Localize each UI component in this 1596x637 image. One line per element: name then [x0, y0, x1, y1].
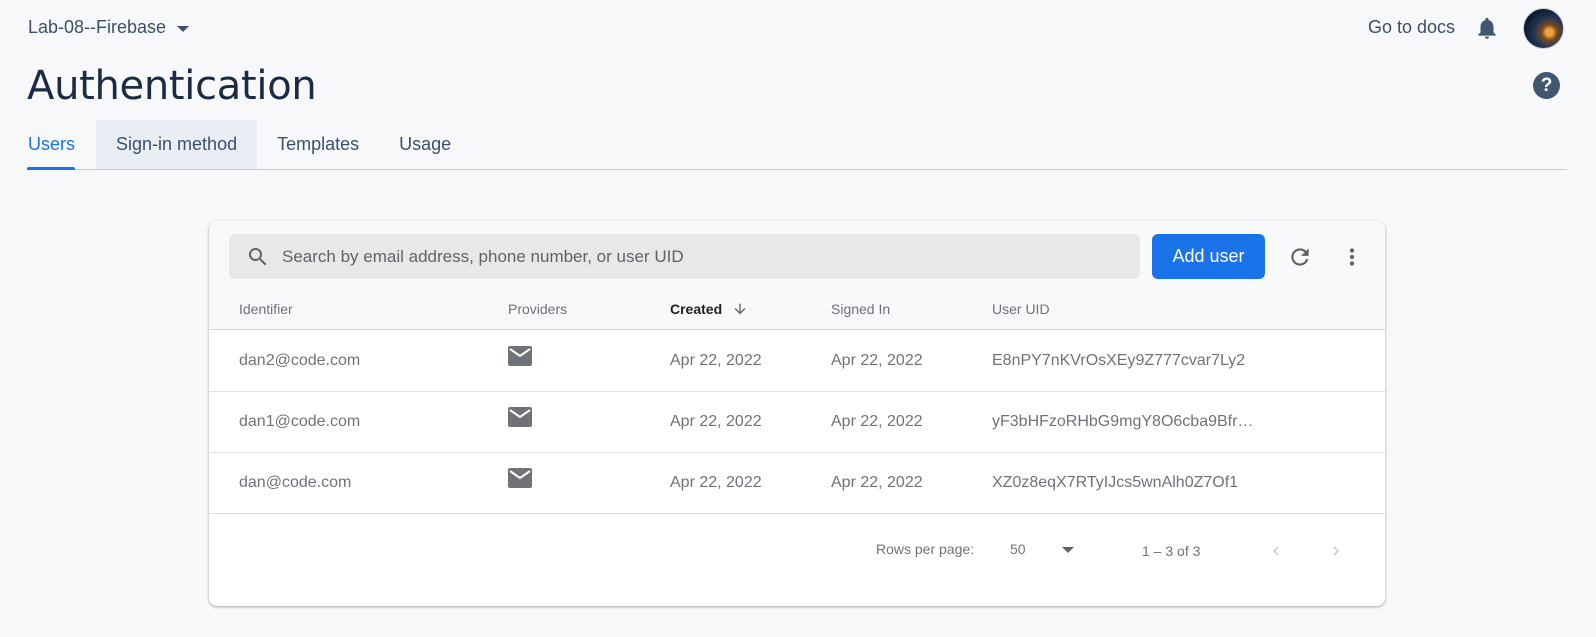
column-header-providers[interactable]: Providers [508, 301, 567, 317]
email-icon [508, 407, 532, 427]
cell-identifier: dan@code.com [239, 474, 352, 491]
cell-identifier: dan2@code.com [239, 352, 361, 369]
column-header-created-label: Created [670, 301, 723, 317]
pagination-footer: Rows per page: 50 1 – 3 of 3 [209, 511, 1385, 606]
page-range: 1 – 3 of 3 [1142, 543, 1201, 559]
cell-identifier: dan1@code.com [239, 413, 361, 430]
arrow-down-icon [734, 303, 746, 315]
tab-bar: Users Sign-in method Templates Usage [27, 120, 1567, 170]
rows-per-page-select[interactable]: 50 [1010, 541, 1026, 557]
tab-templates[interactable]: Templates [257, 120, 379, 169]
top-bar: Lab-08--Firebase Go to docs [0, 0, 1596, 56]
column-header-signed-in[interactable]: Signed In [831, 301, 890, 317]
cell-signed-in: Apr 22, 2022 [831, 352, 923, 369]
cell-created: Apr 22, 2022 [670, 413, 762, 430]
chevron-down-icon [177, 25, 190, 32]
cell-user-uid: yF3bHFzoRHbG9mgY8O6cba9Bfr… [992, 413, 1254, 430]
email-icon [508, 346, 532, 366]
cell-created: Apr 22, 2022 [670, 352, 762, 369]
more-vert-icon[interactable] [1339, 244, 1365, 270]
users-card: Add user Identifier Providers Created Si… [209, 221, 1385, 606]
email-icon [508, 468, 532, 488]
search-bar[interactable] [229, 234, 1140, 279]
card-header: Add user Identifier Providers Created Si… [209, 221, 1385, 330]
cell-user-uid: E8nPY7nKVrOsXEy9Z777cvar7Ly2 [992, 352, 1246, 369]
cell-signed-in: Apr 22, 2022 [831, 474, 923, 491]
cell-created: Apr 22, 2022 [670, 474, 762, 491]
table-row[interactable]: dan1@code.com Apr 22, 2022 Apr 22, 2022 … [209, 392, 1385, 453]
chevron-left-icon[interactable] [1267, 542, 1285, 560]
search-input[interactable] [282, 246, 1112, 267]
chevron-right-icon[interactable] [1327, 542, 1345, 560]
cell-user-uid: XZ0z8eqX7RTyIJcs5wnAlh0Z7Of1 [992, 474, 1239, 491]
search-icon [249, 247, 267, 265]
tab-sign-in-method[interactable]: Sign-in method [96, 120, 258, 169]
table-row[interactable]: dan@code.com Apr 22, 2022 Apr 22, 2022 X… [209, 453, 1385, 514]
project-name: Lab-08--Firebase [28, 17, 167, 37]
tab-usage[interactable]: Usage [379, 120, 471, 169]
go-to-docs-link[interactable]: Go to docs [1368, 17, 1455, 38]
cell-signed-in: Apr 22, 2022 [831, 413, 923, 430]
tab-users[interactable]: Users [27, 120, 96, 170]
table-row[interactable]: dan2@code.com Apr 22, 2022 Apr 22, 2022 … [209, 331, 1385, 392]
column-header-identifier[interactable]: Identifier [239, 301, 293, 317]
column-header-user-uid[interactable]: User UID [992, 301, 1050, 317]
bell-icon[interactable] [1474, 14, 1500, 42]
add-user-button[interactable]: Add user [1152, 234, 1265, 279]
chevron-down-icon[interactable] [1062, 547, 1074, 553]
project-selector[interactable]: Lab-08--Firebase [28, 17, 190, 38]
column-header-created[interactable]: Created [670, 301, 748, 317]
refresh-icon[interactable] [1287, 244, 1313, 270]
page-title: Authentication [27, 63, 317, 109]
rows-per-page-label: Rows per page: [876, 541, 975, 557]
help-icon[interactable]: ? [1533, 72, 1560, 99]
avatar[interactable] [1523, 8, 1564, 49]
